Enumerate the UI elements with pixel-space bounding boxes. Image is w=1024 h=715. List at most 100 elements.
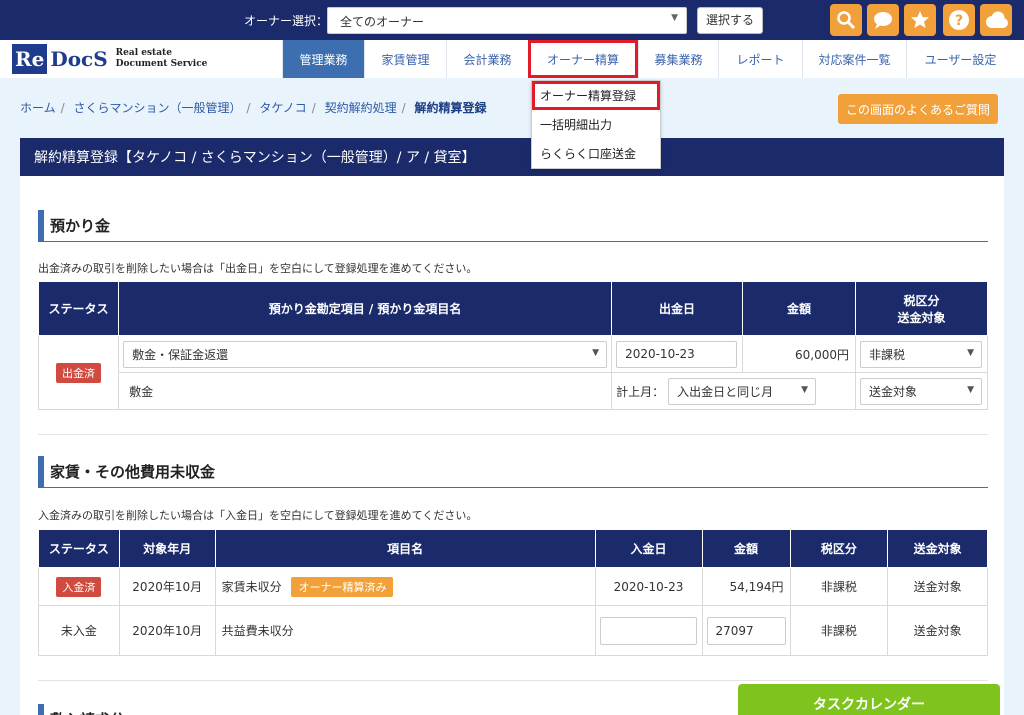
- amount-value: 60,000円: [742, 335, 856, 373]
- tax-value: 非課税: [789, 605, 889, 656]
- deposit-date: 2020-10-23: [594, 567, 703, 606]
- header-status: ステータス: [37, 281, 120, 336]
- logo-subtitle-line2: Document Service: [115, 59, 208, 69]
- posting-month-value: 入出金日と同じ月: [677, 384, 774, 399]
- section-divider: [38, 434, 988, 435]
- chevron-down-icon: ▼: [967, 347, 974, 358]
- redocs-logo[interactable]: Re DocS Real estate Document Service: [12, 44, 207, 74]
- page-title: 解約精算登録【タケノコ / さくらマンション（一般管理）/ ア / 貸室】: [20, 138, 1004, 176]
- main-panel: 解約精算登録【タケノコ / さくらマンション（一般管理）/ ア / 貸室】 預か…: [20, 138, 1004, 715]
- menu-item-easy-transfer[interactable]: らくらく口座送金: [532, 139, 660, 168]
- breadcrumb-home[interactable]: ホーム: [20, 101, 56, 115]
- faq-button[interactable]: この画面のよくあるご質問: [838, 94, 998, 124]
- section-divider: [38, 680, 988, 681]
- breadcrumb: ホーム / さくらマンション（一般管理） / タケノコ / 契約解約処理 / 解約精算登…: [20, 101, 487, 115]
- task-calendar-button[interactable]: タスクカレンダー: [738, 684, 1000, 715]
- header-month: 対象年月: [118, 529, 216, 568]
- select-owner-button[interactable]: 選択する: [697, 7, 763, 34]
- tax-value: 非課税: [868, 347, 905, 362]
- month-cell: 2020年10月: [118, 567, 216, 606]
- status-badge: 入金済: [56, 576, 102, 597]
- tax-value: 非課税: [789, 567, 889, 606]
- tax-select[interactable]: 非課税 ▼: [859, 340, 982, 368]
- owner-select-value: 全てのオーナー: [340, 15, 425, 29]
- transfer-value: 送金対象: [887, 567, 988, 606]
- table-row: 敷金 計上月： 入出金日と同じ月 ▼ 送金対象 ▼: [39, 372, 989, 410]
- header-withdraw-date: 出金日: [611, 281, 744, 336]
- owner-select[interactable]: 全てのオーナー ▼: [327, 7, 687, 34]
- header-deposit-date: 入金日: [594, 529, 703, 568]
- table-row: 入金済 2020年10月 家賃未収分 オーナー精算済み 2020-10-23 5…: [38, 567, 988, 606]
- tab-rent[interactable]: 家賃管理: [364, 40, 446, 78]
- settled-badge: オーナー精算済み: [291, 576, 394, 597]
- help-icon[interactable]: ?: [943, 4, 975, 36]
- menu-item-bulk-statement-output[interactable]: 一括明細出力: [532, 110, 660, 139]
- status-text: 未入金: [38, 605, 120, 656]
- chevron-down-icon: ▼: [967, 384, 974, 395]
- header-amount: 金額: [742, 281, 856, 336]
- logo-re: Re: [12, 44, 48, 74]
- chevron-down-icon: ▼: [592, 347, 600, 358]
- table-row: 未入金 2020年10月 共益費未収分 27097 非課税 送金対象: [38, 605, 988, 656]
- header-item: 項目名: [214, 529, 596, 568]
- transfer-value: 送金対象: [868, 384, 917, 399]
- withdraw-date-value: 2020-10-23: [625, 347, 695, 361]
- chevron-down-icon: ▼: [671, 13, 678, 23]
- tab-report[interactable]: レポート: [718, 40, 802, 78]
- tab-user-settings[interactable]: ユーザー設定: [906, 40, 1014, 78]
- cloud-icon[interactable]: [980, 4, 1012, 36]
- main-nav: Re DocS Real estate Document Service 管理業…: [0, 40, 1024, 78]
- header-account-item: 預かり金勘定項目 / 預かり金項目名: [118, 281, 613, 336]
- table-row: 出金済 敷金・保証金返還 ▼ 2020-10-23 60,000円 非課税 ▼: [37, 335, 989, 410]
- amount-input[interactable]: 27097: [706, 616, 786, 645]
- status-badge: 出金済: [56, 362, 102, 383]
- header-transfer: 送金対象: [887, 529, 988, 568]
- owner-settlement-menu: オーナー精算登録 一括明細出力 らくらく口座送金: [531, 80, 661, 169]
- svg-text:?: ?: [955, 13, 963, 29]
- breadcrumb-cancellation[interactable]: 契約解約処理: [325, 101, 397, 115]
- chat-icon[interactable]: [867, 4, 899, 36]
- posting-month-select[interactable]: 入出金日と同じ月 ▼: [668, 377, 817, 405]
- amount-value: 54,194円: [701, 567, 791, 606]
- transfer-value: 送金対象: [887, 605, 988, 656]
- deposit-date-input[interactable]: [599, 616, 697, 645]
- tab-accounting[interactable]: 会計業務: [446, 40, 528, 78]
- rent-note: 入金済みの取引を削除したい場合は「入金日」を空白にして登録処理を進めてください。: [38, 509, 478, 522]
- month-cell: 2020年10月: [118, 605, 216, 656]
- menu-item-owner-settlement-register[interactable]: オーナー精算登録: [532, 81, 660, 110]
- account-item-value: 敷金・保証金返還: [132, 347, 229, 362]
- breadcrumb-current: 解約精算登録: [414, 101, 487, 115]
- logo-subtitle: Real estate Document Service: [116, 48, 208, 70]
- star-icon[interactable]: [904, 4, 936, 36]
- item-name: 共益費未収分: [214, 605, 596, 656]
- transfer-select[interactable]: 送金対象 ▼: [859, 377, 982, 405]
- item-name: 敷金: [118, 372, 613, 410]
- owner-select-label: オーナー選択：: [244, 14, 329, 28]
- header-tax-transfer: 税区分 送金対象: [854, 281, 989, 336]
- deposit-section-title: 預かり金: [38, 210, 988, 242]
- withdraw-date-input[interactable]: 2020-10-23: [616, 340, 738, 368]
- search-icon[interactable]: [830, 4, 862, 36]
- rent-table: ステータス 対象年月 項目名 入金日 金額 税区分 送金対象 入金済 2020年…: [38, 529, 988, 656]
- header-tax: 税区分: [789, 529, 889, 568]
- header-amount: 金額: [701, 529, 791, 568]
- amount-input-value: 27097: [715, 623, 754, 638]
- tab-recruitment[interactable]: 募集業務: [638, 40, 718, 78]
- account-item-select[interactable]: 敷金・保証金返還 ▼: [123, 340, 608, 368]
- header-tax: 税区分: [903, 293, 940, 308]
- tab-case-list[interactable]: 対応案件一覧: [802, 40, 906, 78]
- posting-month-label: 計上月：: [616, 384, 665, 399]
- breadcrumb-tenant[interactable]: タケノコ: [259, 101, 306, 115]
- tab-owner-settlement[interactable]: オーナー精算: [528, 40, 638, 78]
- deposit-table: ステータス 預かり金勘定項目 / 預かり金項目名 出金日 金額 税区分 送金対象…: [37, 281, 989, 410]
- chevron-down-icon: ▼: [801, 384, 809, 395]
- breadcrumb-property[interactable]: さくらマンション（一般管理）: [74, 101, 242, 115]
- tab-management[interactable]: 管理業務: [282, 40, 364, 78]
- header-status: ステータス: [38, 529, 120, 568]
- item-name: 家賃未収分: [221, 579, 282, 594]
- header-transfer: 送金対象: [897, 310, 946, 325]
- logo-docs: DocS: [50, 47, 108, 71]
- top-bar: オーナー選択： 全てのオーナー ▼ 選択する ?: [0, 0, 1024, 40]
- deposit-note: 出金済みの取引を削除したい場合は「出金日」を空白にして登録処理を進めてください。: [38, 262, 478, 275]
- rent-section-title: 家賃・その他費用未収金: [38, 456, 988, 488]
